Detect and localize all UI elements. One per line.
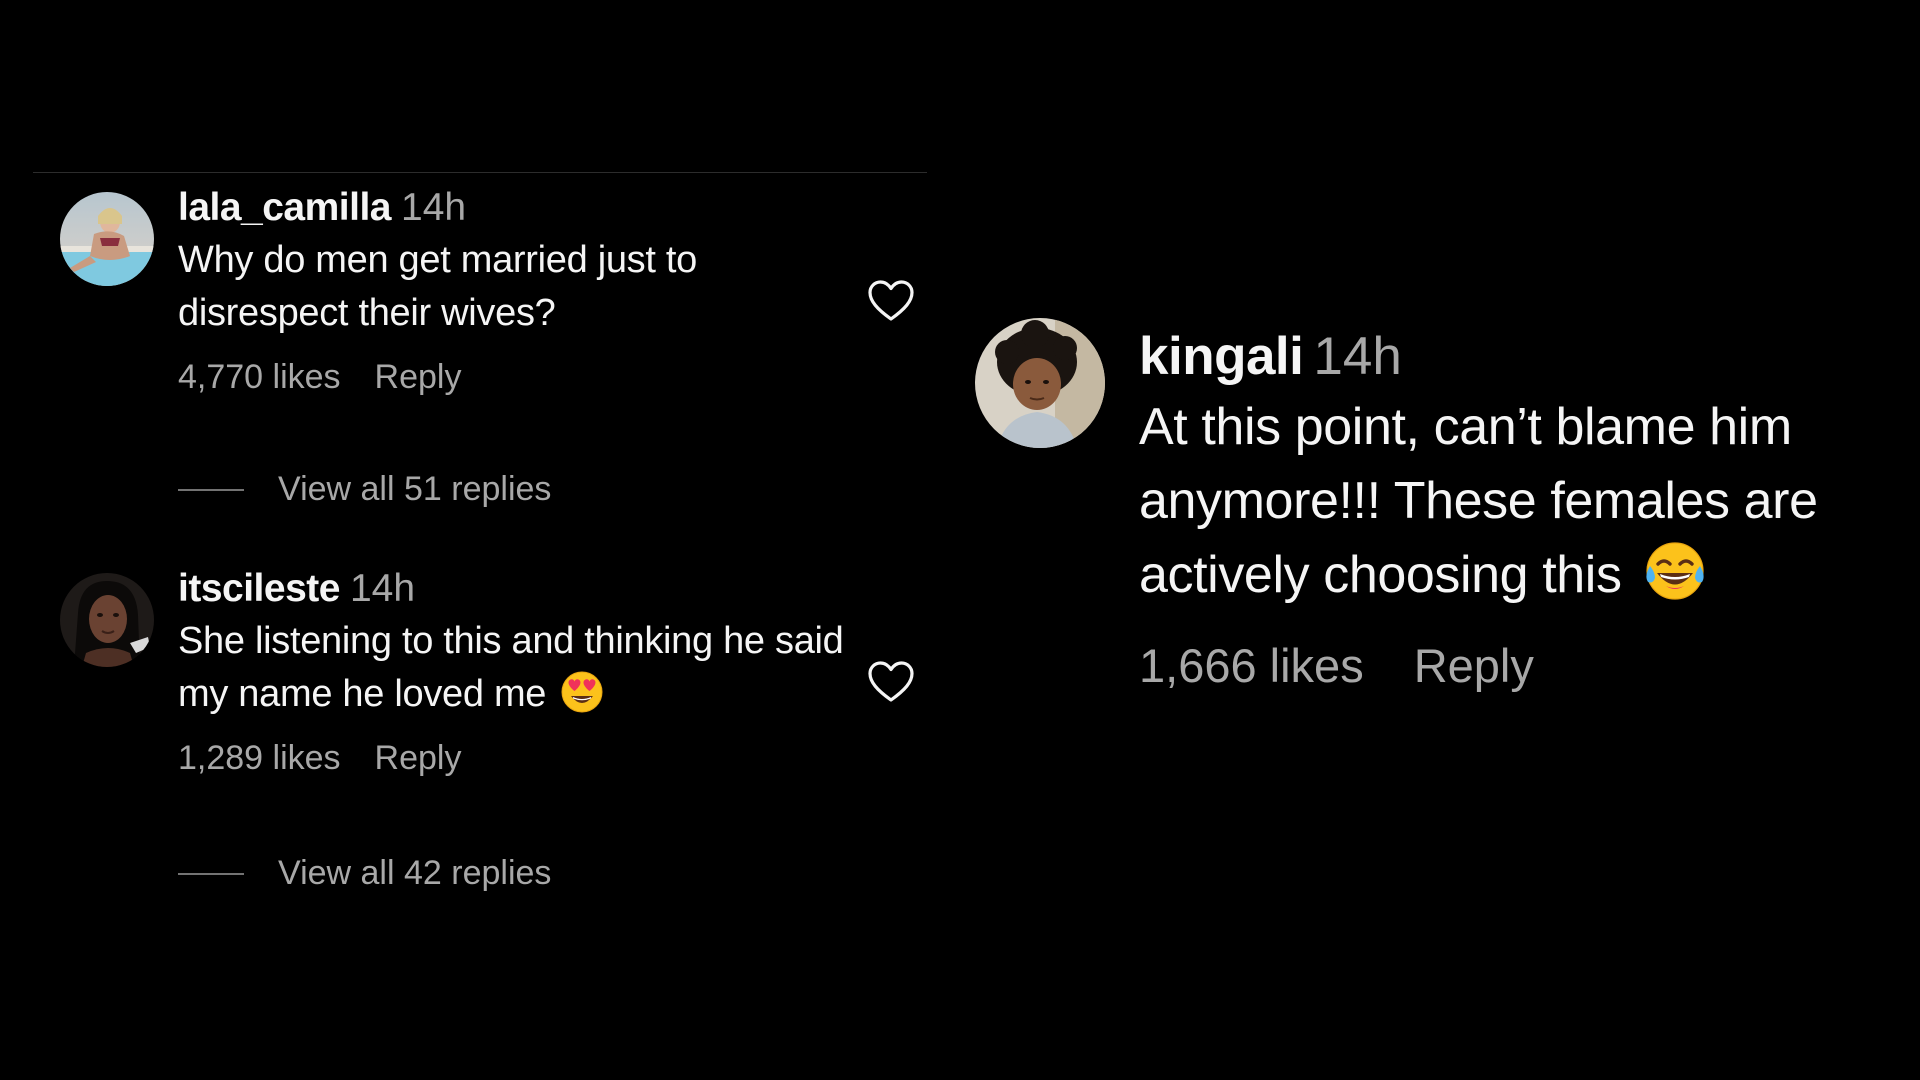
view-replies-label: View all 42 replies xyxy=(278,854,552,892)
user-avatar-portrait xyxy=(60,573,154,667)
replies-line xyxy=(178,488,244,491)
timestamp: 14h xyxy=(1313,327,1402,386)
reply-button[interactable]: Reply xyxy=(375,358,462,396)
username[interactable]: itscileste xyxy=(178,567,340,610)
comment-meta: lala_camilla 14h xyxy=(178,182,868,234)
comment-meta: itscileste 14h xyxy=(178,563,868,615)
comment-text-wrapper: At this point, can’t blame him anymore!!… xyxy=(1139,390,1895,612)
username[interactable]: kingali xyxy=(1139,327,1304,386)
view-replies-button[interactable]: View all 51 replies xyxy=(178,470,551,509)
like-count[interactable]: 1,666 likes xyxy=(1139,639,1364,692)
comment-actions: 1,289 likes Reply xyxy=(178,739,868,778)
face-with-tears-of-joy-icon xyxy=(1644,540,1706,602)
view-replies-label: View all 51 replies xyxy=(278,470,552,508)
like-heart-icon[interactable] xyxy=(867,279,915,323)
timestamp: 14h xyxy=(349,567,416,610)
view-replies-button[interactable]: View all 42 replies xyxy=(178,854,551,893)
smiling-face-with-heart-eyes-icon xyxy=(560,670,604,714)
comment-body: itscileste 14h She listening to this and … xyxy=(178,563,868,778)
comment-body: kingali 14h At this point, can’t blame hi… xyxy=(1139,324,1895,693)
comment-text: She listening to this and thinking he sa… xyxy=(178,620,844,715)
comment-text-wrapper: She listening to this and thinking he sa… xyxy=(178,615,868,721)
replies-line xyxy=(178,872,244,875)
user-avatar-child-portrait xyxy=(975,318,1105,448)
comment-text: Why do men get married just to disrespec… xyxy=(178,239,697,334)
top-divider xyxy=(33,172,927,173)
reply-button[interactable]: Reply xyxy=(375,739,462,777)
comment-meta: kingali 14h xyxy=(1139,324,1895,390)
left-comments-panel: lala_camilla 14h Why do men get married j… xyxy=(33,172,927,892)
comment-text: At this point, can’t blame him anymore!!… xyxy=(1139,398,1818,604)
avatar[interactable] xyxy=(975,318,1105,448)
like-heart-icon[interactable] xyxy=(867,660,915,704)
user-avatar-pool-photo xyxy=(60,192,154,286)
like-count[interactable]: 4,770 likes xyxy=(178,358,341,396)
username[interactable]: lala_camilla xyxy=(178,186,392,229)
like-count[interactable]: 1,289 likes xyxy=(178,739,341,777)
reply-button[interactable]: Reply xyxy=(1414,639,1534,692)
avatar[interactable] xyxy=(60,573,154,667)
timestamp: 14h xyxy=(401,186,467,229)
comment-actions: 4,770 likes Reply xyxy=(178,358,868,397)
comment-actions: 1,666 likes Reply xyxy=(1139,638,1895,693)
avatar[interactable] xyxy=(60,192,154,286)
comment-body: lala_camilla 14h Why do men get married j… xyxy=(178,182,868,397)
